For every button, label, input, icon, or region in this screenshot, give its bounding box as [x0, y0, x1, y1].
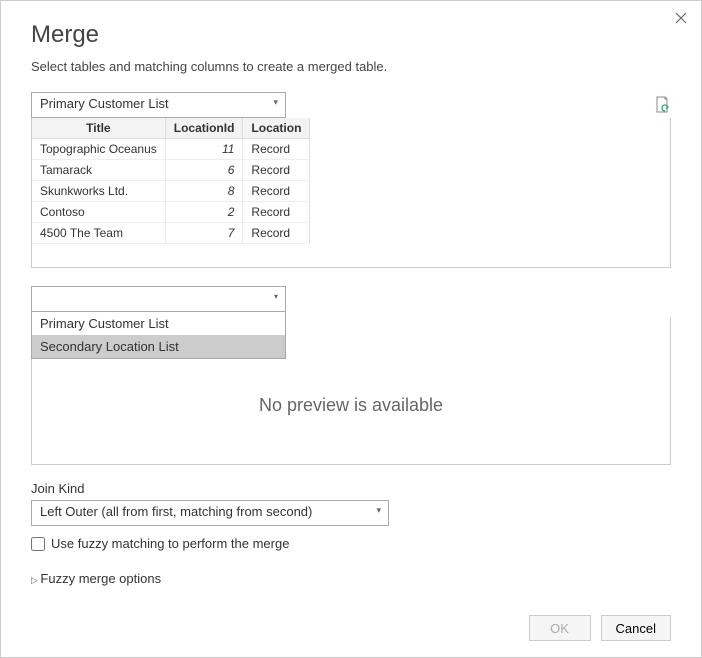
join-kind-label: Join Kind [31, 481, 671, 496]
close-icon[interactable] [675, 11, 687, 27]
refresh-icon[interactable] [653, 95, 671, 115]
first-table-preview: Title LocationId Location Topographic Oc… [31, 118, 671, 268]
cancel-button[interactable]: Cancel [601, 615, 671, 641]
ok-button[interactable]: OK [529, 615, 591, 641]
table-row[interactable]: Topographic Oceanus11Record [32, 139, 310, 160]
col-header-locationid[interactable]: LocationId [165, 118, 243, 139]
join-kind-select[interactable]: Left Outer (all from first, matching fro… [31, 500, 389, 526]
table-row[interactable]: 4500 The Team7Record [32, 223, 310, 244]
table-row[interactable]: Skunkworks Ltd.8Record [32, 181, 310, 202]
dropdown-item-primary[interactable]: Primary Customer List [32, 312, 285, 335]
dialog-title: Merge [31, 21, 671, 49]
col-header-title[interactable]: Title [32, 118, 165, 139]
dropdown-item-secondary[interactable]: Secondary Location List [32, 335, 285, 358]
join-kind-value: Left Outer (all from first, matching fro… [40, 504, 312, 519]
col-header-location[interactable]: Location [243, 118, 310, 139]
fuzzy-matching-label: Use fuzzy matching to perform the merge [51, 536, 289, 551]
fuzzy-matching-checkbox[interactable] [31, 537, 45, 551]
dialog-footer: OK Cancel [529, 615, 671, 641]
no-preview-text: No preview is available [259, 395, 443, 416]
first-table-select-value: Primary Customer List [40, 96, 169, 111]
first-table-select[interactable]: Primary Customer List [31, 92, 286, 118]
merge-dialog: Merge Select tables and matching columns… [0, 0, 702, 658]
second-table-dropdown: Primary Customer List Secondary Location… [31, 312, 286, 359]
preview-table: Title LocationId Location Topographic Oc… [32, 118, 310, 244]
table-row[interactable]: Tamarack6Record [32, 160, 310, 181]
second-table-select[interactable] [31, 286, 286, 312]
table-row[interactable]: Contoso2Record [32, 202, 310, 223]
fuzzy-options-expander[interactable]: Fuzzy merge options [31, 571, 671, 586]
dialog-subtitle: Select tables and matching columns to cr… [31, 59, 671, 74]
